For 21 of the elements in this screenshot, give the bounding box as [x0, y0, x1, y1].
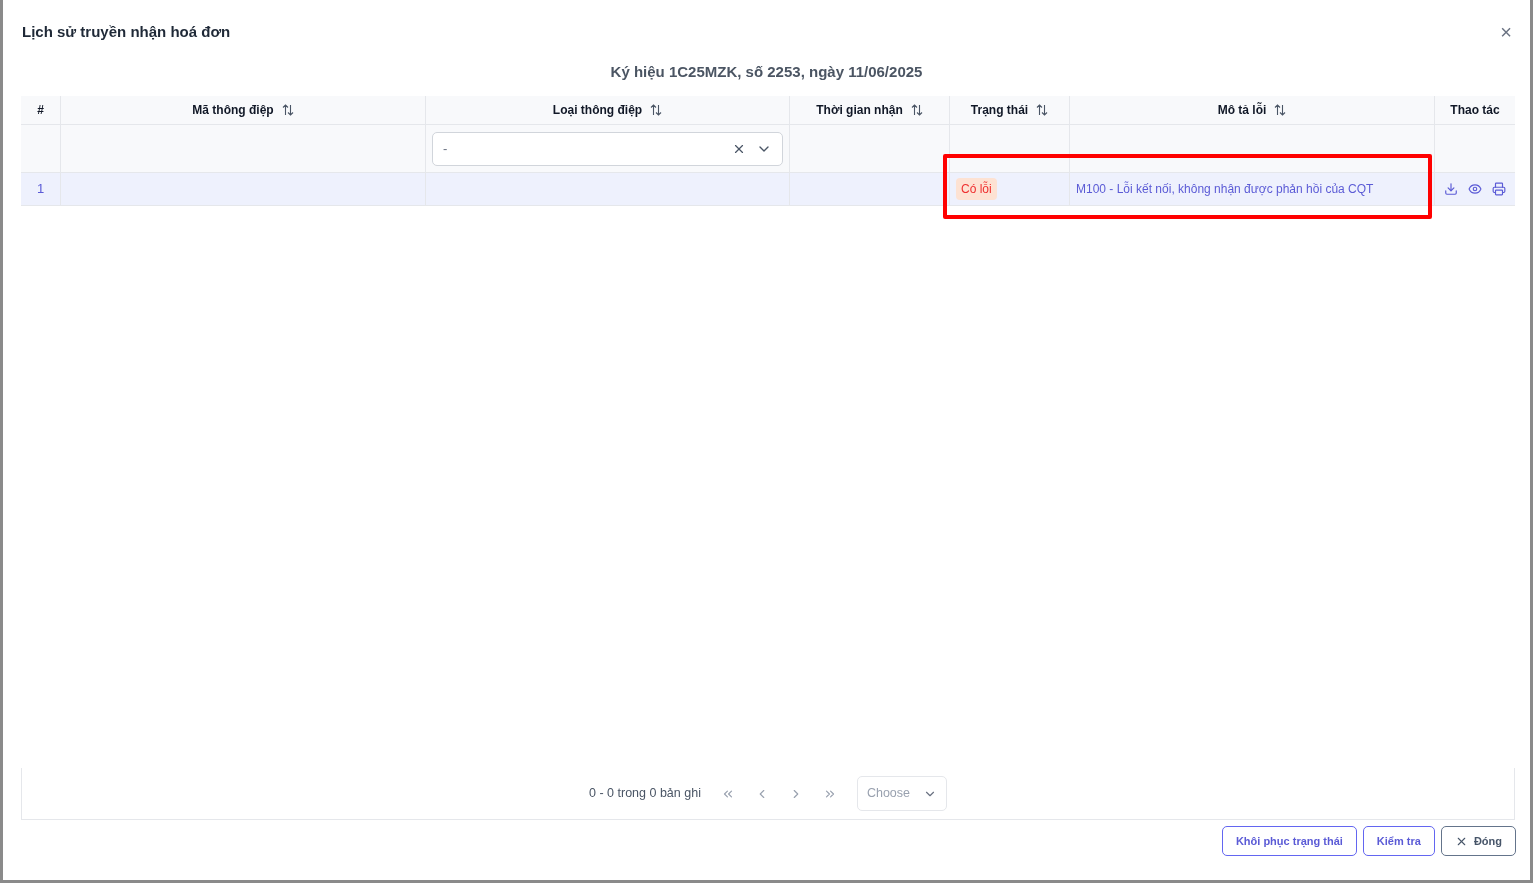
sort-icon[interactable] — [910, 104, 923, 116]
sort-icon[interactable] — [281, 104, 294, 116]
dialog-title: Lịch sử truyền nhận hoá đơn — [22, 21, 231, 42]
close-button[interactable]: × — [1500, 22, 1512, 42]
error-description: M100 - Lỗi kết nối, không nhận được phản hồi của CQT — [1076, 180, 1374, 198]
sort-icon[interactable] — [1036, 104, 1049, 116]
printer-icon[interactable] — [1492, 182, 1506, 196]
column-header[interactable]: Thao tác — [1435, 96, 1515, 124]
sort-icon[interactable] — [1274, 104, 1287, 116]
table-row[interactable]: 1 Có lỗi M100 - Lỗi kết nối, không nhận được phản hồi của CQT — [21, 172, 1515, 206]
action-button[interactable]: Khôi phục trạng thái — [1221, 826, 1357, 856]
eye-icon[interactable] — [1468, 182, 1482, 196]
row-number: 1 — [36, 180, 45, 199]
sort-icon[interactable] — [650, 104, 663, 116]
filter-select[interactable]: - — [432, 131, 783, 166]
action-button[interactable]: Kiểm tra — [1362, 826, 1435, 856]
download-icon[interactable] — [1444, 182, 1458, 196]
invoice-subtitle: Ký hiệu 1C25MZK, số 2253, ngày 11/06/2025 — [610, 62, 923, 82]
close-button[interactable]: Đóng — [1440, 826, 1516, 856]
status-badge: Có lỗi — [956, 178, 997, 200]
pagination-summary: 0 - 0 trong 0 bản ghi — [589, 785, 701, 803]
